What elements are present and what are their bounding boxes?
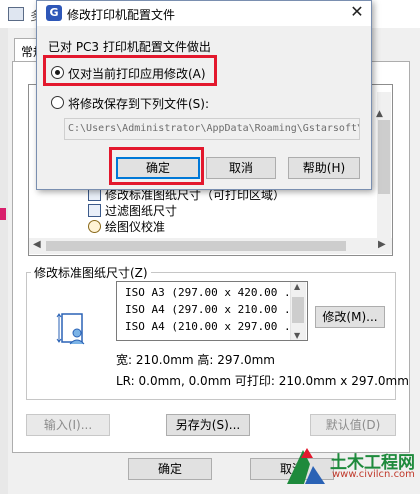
- save-as-button[interactable]: 另存为(S)...: [166, 414, 250, 436]
- list-item[interactable]: ISO A4 (297.00 x 210.00 ...: [125, 302, 304, 318]
- scroll-up-icon[interactable]: ▲: [376, 109, 383, 119]
- gstarsoft-g-icon: G: [46, 5, 62, 21]
- watermark-logo-icon: [287, 448, 325, 484]
- printer-settings-icon: [8, 7, 24, 21]
- list-item[interactable]: ISO A4 (210.00 x 297.00 ...: [125, 319, 304, 335]
- modal-title: 修改打印机配置文件: [67, 8, 176, 22]
- scroll-right-icon[interactable]: ▶: [378, 239, 386, 250]
- save-to-file-radio[interactable]: [51, 96, 64, 109]
- tree-item-label: 过滤图纸尺寸: [105, 204, 178, 218]
- highlight-box: [109, 147, 204, 185]
- group-label: 修改标准图纸尺寸(Z): [31, 264, 151, 281]
- modify-button[interactable]: 修改(M)...: [315, 306, 385, 328]
- cancel-button[interactable]: 取消: [206, 157, 276, 179]
- tree-item-label: 绘图仪校准: [105, 220, 166, 234]
- scroll-down-icon[interactable]: ▼: [294, 331, 300, 340]
- document-icon: [88, 204, 101, 217]
- scroll-left-icon[interactable]: ◀: [33, 239, 41, 250]
- modal-message: 已对 PC3 打印机配置文件做出: [48, 40, 211, 54]
- paper-dimensions: 宽: 210.0mm 高: 297.0mm: [116, 353, 275, 367]
- tree-item-plotter-calibration[interactable]: 绘图仪校准: [88, 219, 165, 235]
- tree-scroll-thumb[interactable]: [378, 120, 390, 194]
- help-button[interactable]: 帮助(H): [288, 157, 360, 179]
- file-path-field[interactable]: C:\Users\Administrator\AppData\Roaming\G…: [64, 118, 360, 140]
- window-edge: [0, 0, 8, 494]
- watermark-url: www.civilcn.com: [332, 469, 415, 480]
- paper-size-list[interactable]: ISO A3 (297.00 x 420.00 ... ISO A4 (297.…: [116, 281, 308, 341]
- compass-icon: [88, 220, 101, 233]
- highlight-box: [43, 55, 217, 86]
- close-icon[interactable]: ✕: [348, 3, 366, 21]
- size-list-scroll-thumb[interactable]: [292, 297, 304, 323]
- save-to-file-label[interactable]: 将修改保存到下列文件(S):: [68, 95, 209, 112]
- tree-item-filter-paper-sizes[interactable]: 过滤图纸尺寸: [88, 203, 177, 219]
- import-button[interactable]: 输入(I)...: [26, 414, 110, 436]
- paper-size-icon: [56, 313, 85, 345]
- dialog-ok-button[interactable]: 确定: [128, 458, 212, 480]
- printable-area: LR: 0.0mm, 0.0mm 可打印: 210.0mm x 297.0mm: [116, 374, 409, 388]
- list-item[interactable]: ISO A3 (297.00 x 420.00 ...: [125, 285, 304, 301]
- tree-item-label: 修改标准图纸尺寸（可打印区域）: [105, 188, 286, 202]
- edge-marker: [0, 208, 6, 220]
- defaults-button[interactable]: 默认值(D): [310, 414, 396, 436]
- tree-hscroll-thumb[interactable]: [46, 241, 346, 251]
- scroll-up-icon[interactable]: ▲: [294, 282, 300, 291]
